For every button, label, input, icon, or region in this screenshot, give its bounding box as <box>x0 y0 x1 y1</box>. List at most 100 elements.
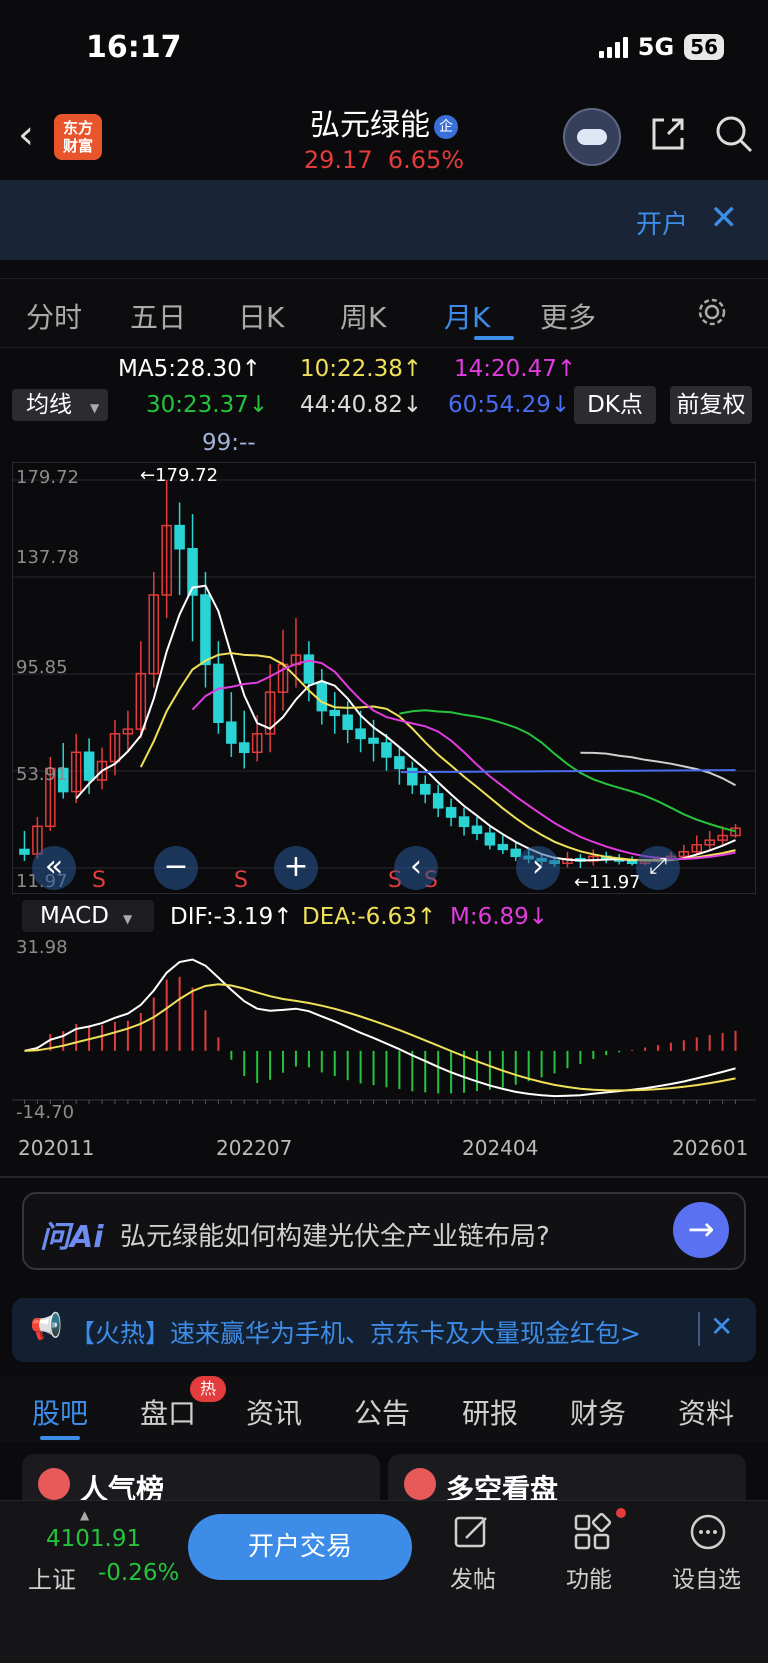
promo-divider <box>698 1312 700 1346</box>
ma44-line <box>580 751 736 787</box>
price-axis-3: 95.85 <box>16 657 68 678</box>
macd-m: M:6.89↓ <box>450 904 549 930</box>
tab-more[interactable]: 更多 <box>540 296 596 336</box>
ai-submit-arrow-icon[interactable]: → <box>673 1202 729 1258</box>
share-icon[interactable] <box>648 114 688 154</box>
banner-close-icon[interactable]: ✕ <box>710 198 739 238</box>
candle-body <box>83 751 95 781</box>
macd-select[interactable]: MACD ▼ <box>22 900 154 932</box>
tab-finance[interactable]: 财务 <box>570 1392 626 1432</box>
search-icon[interactable] <box>714 114 754 154</box>
candle-body <box>407 767 418 786</box>
sell-mark: S <box>92 868 106 893</box>
fullscreen-icon[interactable]: ⤢ <box>636 846 680 890</box>
dropdown-icon: ▼ <box>90 401 100 415</box>
tab-weekly-k[interactable]: 周K <box>340 296 386 336</box>
battery-icon: 56 <box>684 34 724 60</box>
tab-announcements[interactable]: 公告 <box>354 1392 410 1432</box>
macd-axis-bottom: -14.70 <box>16 1102 75 1123</box>
price-axis-4: 53.91 <box>16 764 68 785</box>
tab-daily-k[interactable]: 日K <box>238 296 284 336</box>
tab-pankou[interactable]: 盘口 <box>140 1392 196 1432</box>
dk-point-button[interactable]: DK点 <box>574 386 656 424</box>
promo-text[interactable]: 【火热】速来赢华为手机、京东卡及大量现金红包> <box>70 1314 641 1350</box>
function-label[interactable]: 功能 <box>566 1560 612 1594</box>
tab-guba[interactable]: 股吧 <box>32 1392 88 1432</box>
ma-select[interactable]: 均线 ▼ <box>12 389 108 421</box>
scroll-right-icon[interactable]: › <box>516 846 560 890</box>
candle-body <box>174 524 185 550</box>
scroll-left-fast-icon[interactable]: « <box>32 846 76 890</box>
open-account-button[interactable]: 开户交易 <box>188 1514 412 1580</box>
low-marker: ←11.97 <box>574 872 641 893</box>
macd-dea: DEA:-6.63↑ <box>302 904 437 930</box>
candle-body <box>445 807 457 818</box>
ai-question-text[interactable]: 弘元绿能如何构建光伏全产业链布局? <box>120 1216 550 1253</box>
function-grid-icon[interactable] <box>572 1512 612 1552</box>
enterprise-badge: 企 <box>434 115 458 139</box>
ma-select-label: 均线 <box>26 392 72 418</box>
tab-research[interactable]: 研报 <box>462 1392 518 1432</box>
candle-body <box>368 737 379 744</box>
tab-five-day[interactable]: 五日 <box>130 296 186 336</box>
sell-mark: S <box>234 868 248 893</box>
candle-body <box>497 844 509 851</box>
index-change[interactable]: -0.26% <box>98 1560 179 1586</box>
tab-monthly-k[interactable]: 月K <box>444 296 490 336</box>
adjust-button[interactable]: 前复权 <box>670 386 752 424</box>
candle-body <box>626 860 638 865</box>
banner-text[interactable]: 开户 <box>636 204 688 241</box>
post-label[interactable]: 发帖 <box>450 1560 496 1594</box>
zoom-in-icon[interactable]: + <box>274 846 318 890</box>
ma60-line <box>400 769 736 774</box>
watchlist-icon[interactable] <box>688 1512 728 1552</box>
ma5-value: MA5:28.30↑ <box>118 356 262 382</box>
scroll-left-icon[interactable]: ‹ <box>394 846 438 890</box>
index-value[interactable]: 4101.91 <box>46 1526 141 1552</box>
macd-chart[interactable] <box>12 936 756 1124</box>
time-axis-4: 202601 <box>672 1136 749 1160</box>
notification-dot <box>616 1508 626 1518</box>
ma10-value: 10:22.38↑ <box>300 356 423 382</box>
candlestick-chart[interactable] <box>12 462 756 894</box>
candle-body <box>381 742 392 758</box>
promo-close-icon[interactable]: ✕ <box>710 1310 733 1343</box>
candle-body <box>458 816 470 828</box>
candle-body <box>303 654 315 684</box>
candle-body <box>342 714 353 730</box>
tab-profile[interactable]: 资料 <box>678 1392 734 1432</box>
ma10-line <box>139 652 736 862</box>
stock-name: 弘元绿能 <box>310 108 430 143</box>
price-axis-2: 137.78 <box>16 547 79 568</box>
candle-body <box>316 682 328 712</box>
watchlist-label[interactable]: 设自选 <box>672 1560 741 1594</box>
tab-news[interactable]: 资讯 <box>246 1392 302 1432</box>
candle-body <box>355 728 366 740</box>
section-tab-indicator <box>40 1436 80 1440</box>
divider <box>0 1176 768 1178</box>
zoom-out-icon[interactable]: − <box>154 846 198 890</box>
ma30-value: 30:23.37↓ <box>146 392 269 418</box>
status-time: 16:17 <box>86 30 182 65</box>
stock-change: 6.65% <box>387 146 465 174</box>
index-name[interactable]: 上证 <box>28 1560 76 1595</box>
time-axis-1: 202011 <box>18 1136 95 1160</box>
macd-dea-line <box>24 983 736 1092</box>
candle-body <box>200 594 211 666</box>
ai-robot-icon[interactable] <box>563 108 621 166</box>
candle-body <box>213 663 224 723</box>
time-axis-2: 202207 <box>216 1136 293 1160</box>
hot-badge: 热 <box>190 1376 226 1402</box>
post-icon[interactable] <box>452 1512 492 1552</box>
network-type: 5G <box>637 33 675 61</box>
candle-body <box>19 848 30 855</box>
candle-body <box>432 793 444 809</box>
status-indicators: 5G 56 <box>598 33 724 61</box>
high-marker: ←179.72 <box>140 465 219 486</box>
candle-body <box>226 721 237 744</box>
settings-gear-icon[interactable] <box>696 296 728 328</box>
candle-body <box>329 709 341 717</box>
tab-intraday[interactable]: 分时 <box>26 296 82 336</box>
ai-logo: 问Ai <box>40 1220 104 1255</box>
chart-frame <box>12 462 756 894</box>
